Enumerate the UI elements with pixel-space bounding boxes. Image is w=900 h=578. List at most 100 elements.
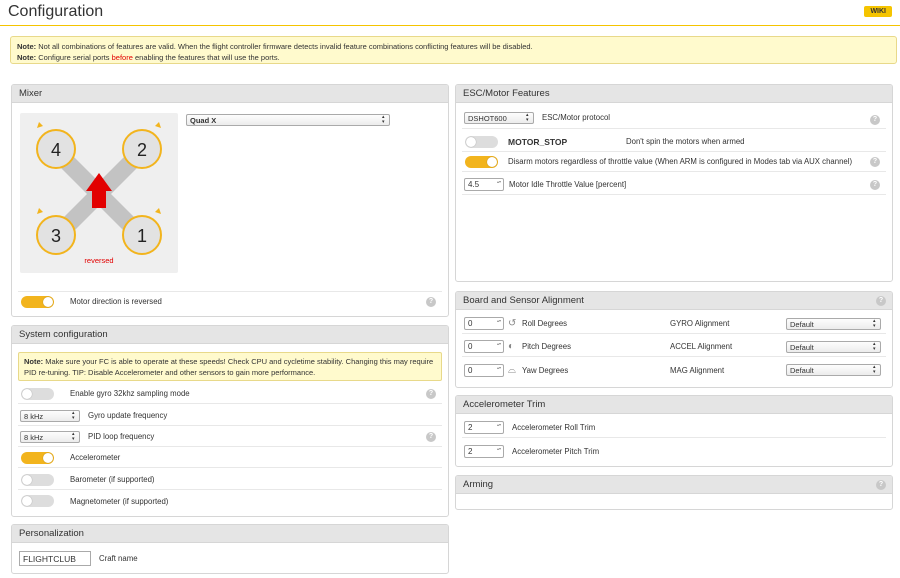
craft-name-row: FLIGHTCLUB Craft name [18, 548, 442, 568]
pitch-input[interactable]: 0 [464, 340, 504, 353]
help-icon[interactable]: ? [876, 296, 886, 306]
idle-throttle-row: 4.5 Motor Idle Throttle Value [percent] … [462, 175, 886, 195]
roll-row: 0 ↺ Roll Degrees GYRO Alignment Default [462, 314, 886, 334]
pitch-trim-label: Accelerometer Pitch Trim [512, 446, 600, 456]
acc-trim-title: Accelerometer Trim [456, 396, 892, 414]
gyro32-label: Enable gyro 32khz sampling mode [70, 389, 190, 398]
help-icon[interactable]: ? [870, 115, 880, 125]
yaw-row: 0 ⌓ Yaw Degrees MAG Alignment Default [462, 360, 886, 380]
mixer-panel: Mixer 1 2 3 4 reversed Quad X ▴▾ Motor d… [11, 84, 449, 317]
pid-freq-label: PID loop frequency [88, 432, 155, 441]
acc-trim-panel: Accelerometer Trim 2 Accelerometer Roll … [455, 395, 893, 467]
motor-stop-row: MOTOR_STOP Don't spin the motors when ar… [462, 132, 886, 152]
quad-x-diagram: 1 2 3 4 reversed [36, 122, 162, 265]
note-highlight: before [111, 53, 133, 62]
pitch-row: 0 ◐ Pitch Degrees ACCEL Alignment Defaul… [462, 337, 886, 357]
idle-throttle-input[interactable]: 4.5 [464, 178, 504, 191]
help-icon[interactable]: ? [426, 389, 436, 399]
arming-panel: Arming ? [455, 475, 893, 510]
motor-stop-toggle[interactable] [465, 135, 498, 148]
roll-trim-row: 2 Accelerometer Roll Trim [462, 418, 886, 438]
craft-name-input[interactable]: FLIGHTCLUB [19, 550, 91, 566]
motor-3-label: 3 [51, 226, 61, 246]
accelerometer-label: Accelerometer [70, 453, 121, 462]
pitch-trim-row: 2 Accelerometer Pitch Trim [462, 441, 886, 461]
mixer-diagram: 1 2 3 4 reversed [20, 113, 178, 273]
top-bar: Configuration WIKI [0, 0, 900, 26]
gyro-freq-select[interactable]: 8 kHz [20, 409, 80, 422]
note-text: enabling the features that will use the … [132, 53, 280, 62]
motor-direction-row: Motor direction is reversed ? [18, 291, 442, 311]
esc-protocol-select[interactable]: DSHOT600 [464, 111, 534, 124]
note-text: Make sure your FC is able to operate at … [24, 357, 434, 377]
pid-freq-row: 8 kHz PID loop frequency ? [18, 427, 442, 447]
wiki-button[interactable]: WIKI [864, 6, 892, 17]
pid-freq-select[interactable]: 8 kHz [20, 430, 80, 443]
pitch-icon: ◐ [508, 341, 515, 352]
yaw-label: Yaw Degrees [522, 365, 569, 375]
alignment-title: Board and Sensor Alignment ? [456, 292, 892, 310]
alignment-panel: Board and Sensor Alignment ? 0 ↺ Roll De… [455, 291, 893, 388]
accelerometer-row: Accelerometer [18, 448, 442, 468]
barometer-label: Barometer (if supported) [70, 475, 155, 484]
motor-2-label: 2 [137, 140, 147, 160]
system-config-panel: System configuration Note: Make sure you… [11, 325, 449, 517]
help-icon[interactable]: ? [876, 480, 886, 490]
esc-protocol-label: ESC/Motor protocol [542, 113, 611, 122]
personalization-title: Personalization [12, 525, 448, 543]
esc-motor-title: ESC/Motor Features [456, 85, 892, 103]
gyro-alignment-label: GYRO Alignment [670, 319, 730, 328]
roll-trim-label: Accelerometer Roll Trim [512, 423, 596, 432]
gyro32-toggle[interactable] [21, 387, 54, 400]
accel-alignment-label: ACCEL Alignment [670, 342, 733, 351]
accelerometer-toggle[interactable] [21, 451, 54, 464]
barometer-toggle[interactable] [21, 473, 54, 486]
motor-4-label: 4 [51, 140, 61, 160]
disarm-toggle[interactable] [465, 155, 498, 168]
mixer-select[interactable]: Quad X [186, 114, 390, 126]
motor-direction-label: Motor direction is reversed [70, 297, 162, 306]
craft-name-label: Craft name [99, 553, 138, 563]
yaw-icon: ⌓ [508, 364, 516, 376]
roll-input[interactable]: 0 [464, 317, 504, 330]
barometer-row: Barometer (if supported) [18, 470, 442, 490]
arming-title-text: Arming [463, 479, 494, 490]
help-icon[interactable]: ? [426, 432, 436, 442]
gyro-freq-row: 8 kHz Gyro update frequency [18, 406, 442, 426]
yaw-input[interactable]: 0 [464, 363, 504, 377]
magnetometer-label: Magnetometer (if supported) [70, 496, 169, 506]
mag-alignment-select[interactable]: Default [786, 364, 881, 376]
help-icon[interactable]: ? [870, 157, 880, 167]
mixer-title: Mixer [12, 85, 448, 103]
note-text: Not all combinations of features are val… [36, 42, 533, 51]
pitch-label: Pitch Degrees [522, 342, 571, 351]
note-bold: Note: [17, 53, 37, 62]
motor-stop-desc: Don't spin the motors when armed [626, 137, 745, 146]
help-icon[interactable]: ? [426, 297, 436, 307]
roll-icon: ↺ [508, 318, 517, 329]
disarm-label: Disarm motors regardless of throttle val… [508, 157, 853, 166]
note-text: Configure serial ports [36, 53, 112, 62]
magnetometer-row: Magnetometer (if supported) [18, 491, 442, 511]
personalization-panel: Personalization FLIGHTCLUB Craft name [11, 524, 449, 574]
mag-alignment-label: MAG Alignment [670, 365, 725, 375]
reversed-label: reversed [84, 256, 113, 265]
motor-direction-toggle[interactable] [21, 295, 54, 308]
note-bold: Note: [24, 357, 44, 366]
disarm-row: Disarm motors regardless of throttle val… [462, 152, 886, 172]
system-config-title: System configuration [12, 326, 448, 344]
note-bold: Note: [17, 42, 37, 51]
gyro-freq-label: Gyro update frequency [88, 411, 168, 420]
idle-throttle-label: Motor Idle Throttle Value [percent] [509, 180, 627, 189]
gyro-alignment-select[interactable]: Default [786, 317, 881, 330]
speed-note: Note: Make sure your FC is able to opera… [18, 352, 442, 381]
esc-motor-panel: ESC/Motor Features DSHOT600 ESC/Motor pr… [455, 84, 893, 282]
roll-trim-input[interactable]: 2 [464, 421, 504, 434]
motor-stop-label: MOTOR_STOP [508, 136, 568, 147]
accel-alignment-select[interactable]: Default [786, 340, 881, 353]
help-icon[interactable]: ? [870, 180, 880, 190]
arming-title: Arming ? [456, 476, 892, 494]
magnetometer-toggle[interactable] [21, 495, 54, 507]
pitch-trim-input[interactable]: 2 [464, 444, 504, 458]
esc-protocol-row: DSHOT600 ESC/Motor protocol ? [462, 107, 886, 129]
